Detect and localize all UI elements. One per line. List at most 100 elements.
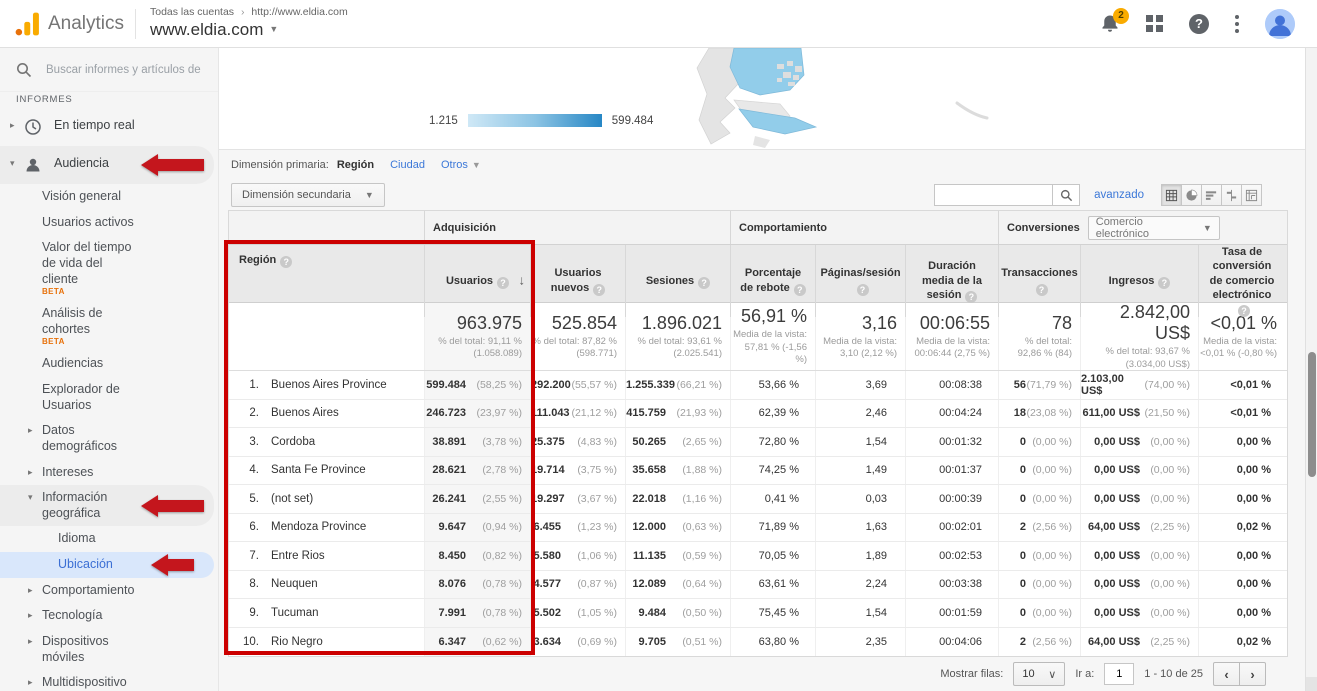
table-search-button[interactable] — [1052, 184, 1080, 206]
sidebar-item-valor-del-tiempo-de-vida-del-cliente[interactable]: Valor del tiempo de vida del clienteBETA — [0, 235, 218, 301]
column-header-rebote[interactable]: Porcentaje de rebote? — [731, 245, 816, 317]
dimension-others-link[interactable]: Otros — [441, 159, 468, 171]
table-view-button[interactable] — [1161, 184, 1182, 206]
analytics-logo-icon — [14, 11, 40, 37]
expander-right-icon[interactable]: ▸ — [10, 118, 24, 131]
geo-map[interactable]: 1.215 599.484 — [219, 48, 1305, 150]
sidebar-item-información-geográfica[interactable]: ▾Información geográfica — [0, 485, 214, 526]
percentage-view-button[interactable] — [1181, 184, 1202, 206]
table-row[interactable]: 8.Neuquen8.076(0,78 %)4.577(0,87 %)12.08… — [229, 571, 1287, 600]
column-header-duracion[interactable]: Duración media de la sesión? — [906, 245, 999, 317]
expander-right-icon[interactable]: ▸ — [28, 634, 42, 647]
usuarios-nuevos-cell: 25.375(4,83 %) — [531, 428, 626, 456]
comparison-view-button[interactable] — [1221, 184, 1242, 206]
column-header-sesiones[interactable]: Sesiones? — [626, 245, 731, 317]
next-page-button[interactable]: › — [1239, 662, 1266, 686]
tasa-cell: 0,02 % — [1199, 514, 1285, 542]
duracion-cell: 00:02:01 — [906, 514, 999, 542]
column-header-tasa[interactable]: Tasa de conversión de comercio electróni… — [1199, 245, 1285, 317]
prev-page-button[interactable]: ‹ — [1213, 662, 1240, 686]
goto-page-input[interactable] — [1104, 663, 1134, 685]
sidebar-item-explorador-de-usuarios[interactable]: Explorador de Usuarios — [0, 377, 218, 418]
expander-down-icon[interactable]: ▾ — [10, 156, 24, 169]
table-row[interactable]: 4.Santa Fe Province28.621(2,78 %)19.714(… — [229, 457, 1287, 486]
column-header-usuarios-nuevos[interactable]: Usuarios nuevos? — [531, 245, 626, 317]
sidebar-item-intereses[interactable]: ▸Intereses — [0, 460, 218, 486]
search-input[interactable] — [46, 64, 206, 76]
region-cell[interactable]: 4.Santa Fe Province — [229, 457, 425, 485]
annotation-red-arrow — [141, 154, 204, 176]
advanced-filter-link[interactable]: avanzado — [1094, 189, 1144, 201]
region-cell[interactable]: 7.Entre Rios — [229, 542, 425, 570]
sidebar-item-ubicación[interactable]: Ubicación — [0, 552, 214, 578]
expander-right-icon[interactable]: ▸ — [28, 465, 42, 478]
table-row[interactable]: 9.Tucuman7.991(0,78 %)5.502(1,05 %)9.484… — [229, 599, 1287, 628]
table-row[interactable]: 1.Buenos Aires Province599.484(58,25 %)2… — [229, 371, 1287, 400]
sidebar-item-visión-general[interactable]: Visión general — [0, 184, 218, 210]
dimension-city-link[interactable]: Ciudad — [390, 159, 425, 171]
expander-right-icon[interactable]: ▸ — [28, 608, 42, 621]
region-cell[interactable]: 3.Cordoba — [229, 428, 425, 456]
region-cell[interactable]: 10.Rio Negro — [229, 628, 425, 657]
sidebar-item-datos-demográficos[interactable]: ▸Datos demográficos — [0, 418, 218, 459]
sidebar-item-audiencias[interactable]: Audiencias — [0, 351, 218, 377]
table-row[interactable]: 10.Rio Negro6.347(0,62 %)3.634(0,69 %)9.… — [229, 628, 1287, 657]
user-avatar[interactable] — [1265, 9, 1295, 39]
column-header-paginas[interactable]: Páginas/sesión? — [816, 245, 906, 317]
dimension-region-selected[interactable]: Región — [337, 159, 374, 171]
table-row[interactable]: 2.Buenos Aires246.723(23,97 %)111.043(21… — [229, 400, 1287, 429]
region-cell[interactable]: 2.Buenos Aires — [229, 400, 425, 428]
help-tooltip-icon: ? — [698, 277, 710, 289]
sidebar-item-usuarios-activos[interactable]: Usuarios activos — [0, 210, 218, 236]
breadcrumb-accounts[interactable]: Todas las cuentas — [150, 6, 234, 18]
sidebar-item-audiencia[interactable]: ▾Audiencia — [0, 146, 214, 184]
expander-right-icon[interactable]: ▸ — [28, 675, 42, 688]
sidebar-item-dispositivos-móviles[interactable]: ▸Dispositivos móviles — [0, 629, 218, 670]
expander-down-icon[interactable]: ▾ — [28, 490, 42, 503]
table-search-input[interactable] — [934, 184, 1052, 206]
sort-desc-icon[interactable]: ↓ — [519, 273, 526, 290]
column-header-ingresos[interactable]: Ingresos? — [1081, 245, 1199, 317]
sidebar-item-multidispositivo[interactable]: ▸MultidispositivoBETA — [0, 670, 218, 691]
notifications-button[interactable]: 2 — [1100, 14, 1120, 34]
scrollbar-thumb[interactable] — [1308, 352, 1316, 477]
sidebar-item-tecnología[interactable]: ▸Tecnología — [0, 603, 218, 629]
analytics-logo[interactable]: Analytics — [0, 11, 135, 37]
expander-spacer — [28, 382, 42, 384]
help-icon[interactable]: ? — [1189, 14, 1209, 34]
region-cell[interactable]: 9.Tucuman — [229, 599, 425, 627]
expander-right-icon[interactable]: ▸ — [28, 423, 42, 436]
sidebar-item-idioma[interactable]: Idioma — [0, 526, 218, 552]
analytics-app: Analytics Todas las cuentas › http://www… — [0, 0, 1317, 691]
sidebar-search[interactable] — [0, 48, 218, 92]
sidebar-item-análisis-de-cohortes[interactable]: Análisis de cohortesBETA — [0, 301, 218, 351]
region-cell[interactable]: 8.Neuquen — [229, 571, 425, 599]
avatar-person-icon — [1265, 9, 1295, 39]
region-cell[interactable]: 1.Buenos Aires Province — [229, 371, 425, 399]
secondary-dimension-button[interactable]: Dimensión secundaria ▼ — [231, 183, 385, 207]
column-header-transacciones[interactable]: Transacciones? — [999, 245, 1081, 317]
pivot-icon — [1245, 189, 1258, 202]
sidebar-item-en-tiempo-real[interactable]: ▸En tiempo real — [0, 108, 218, 146]
pivot-view-button[interactable] — [1241, 184, 1262, 206]
expander-spacer — [28, 356, 42, 358]
apps-grid-icon[interactable] — [1146, 15, 1163, 32]
table-row[interactable]: 3.Cordoba38.891(3,78 %)25.375(4,83 %)50.… — [229, 428, 1287, 457]
sidebar-item-comportamiento[interactable]: ▸Comportamiento — [0, 578, 218, 604]
column-header-usuarios[interactable]: Usuarios?↓ — [425, 245, 531, 317]
region-cell[interactable]: 6.Mendoza Province — [229, 514, 425, 542]
region-cell[interactable]: 5.(not set) — [229, 485, 425, 513]
vertical-scrollbar[interactable] — [1305, 48, 1317, 691]
table-row[interactable]: 6.Mendoza Province9.647(0,94 %)6.455(1,2… — [229, 514, 1287, 543]
rows-per-page-select[interactable]: 10 ∨ — [1013, 662, 1065, 686]
table-row[interactable]: 7.Entre Rios8.450(0,82 %)5.580(1,06 %)11… — [229, 542, 1287, 571]
property-selector[interactable]: www.eldia.com — [150, 19, 263, 40]
table-row[interactable]: 5.(not set)26.241(2,55 %)19.297(3,67 %)2… — [229, 485, 1287, 514]
more-menu-icon[interactable] — [1235, 15, 1239, 33]
breadcrumb-property-url[interactable]: http://www.eldia.com — [251, 6, 347, 18]
performance-view-button[interactable] — [1201, 184, 1222, 206]
ecommerce-selector[interactable]: Comercio electrónico ▼ — [1088, 216, 1220, 240]
column-header-region[interactable]: Región? — [229, 245, 425, 317]
expander-right-icon[interactable]: ▸ — [28, 583, 42, 596]
breadcrumb: Todas las cuentas › http://www.eldia.com… — [150, 6, 348, 40]
